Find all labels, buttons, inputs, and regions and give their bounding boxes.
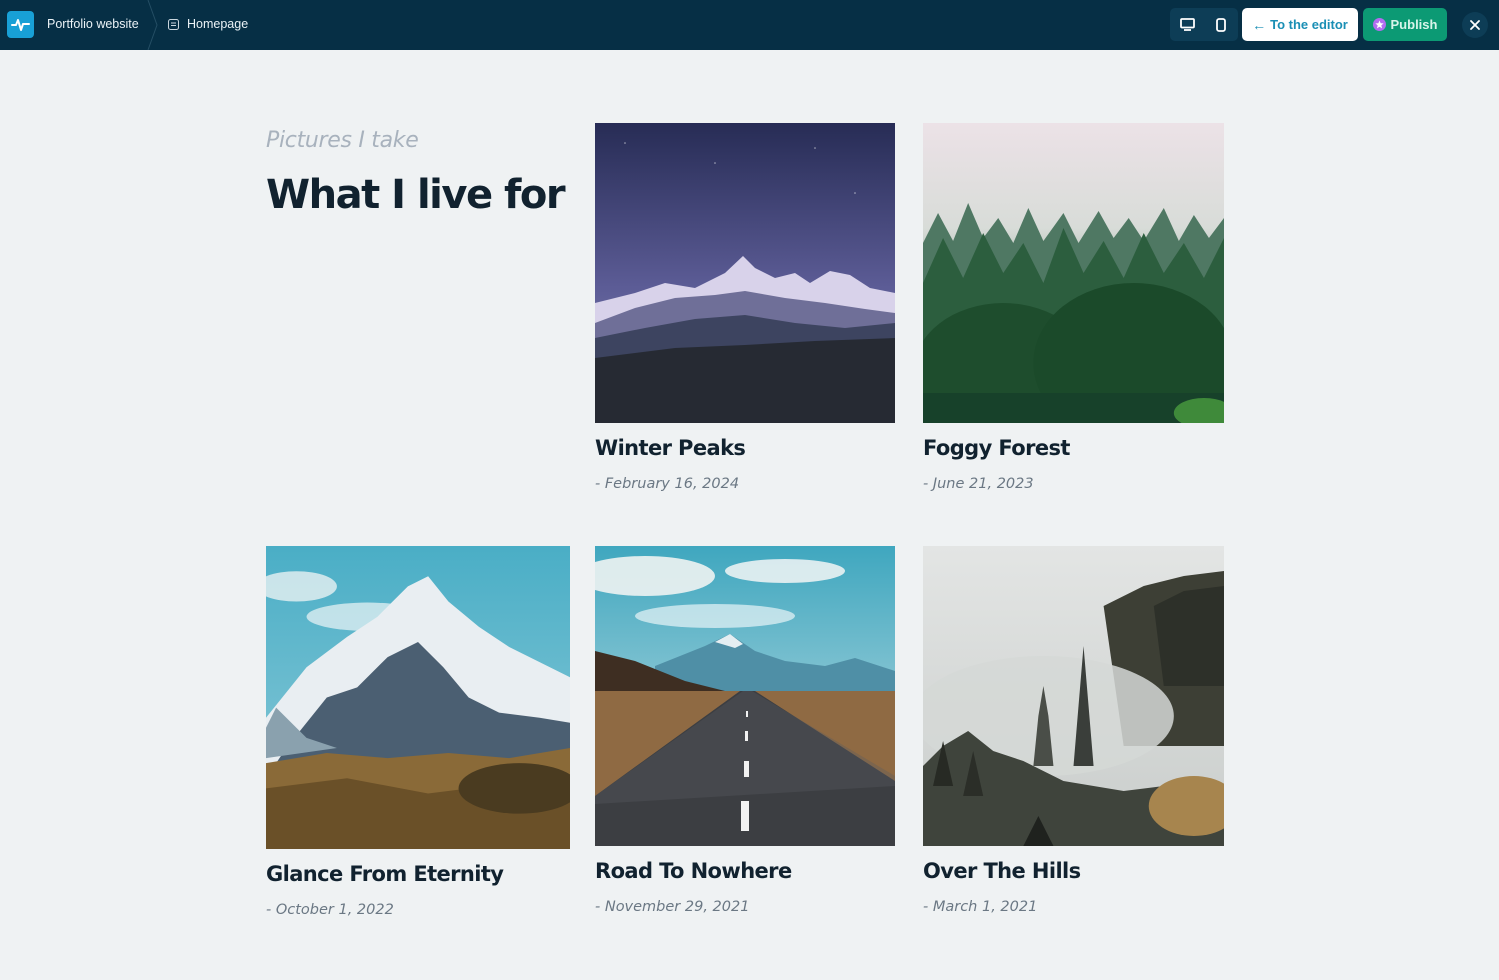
gallery-date: - October 1, 2022 xyxy=(266,902,394,918)
gallery-image-foggy-forest[interactable] xyxy=(923,123,1224,423)
app-logo-icon[interactable] xyxy=(7,11,34,38)
mobile-icon xyxy=(1216,17,1226,32)
breadcrumb-project[interactable]: Portfolio website xyxy=(47,17,139,31)
gallery-title[interactable]: Over The Hills xyxy=(923,859,1081,883)
close-icon xyxy=(1470,20,1480,30)
gallery-image-road-to-nowhere[interactable] xyxy=(595,546,895,846)
gallery-title[interactable]: Foggy Forest xyxy=(923,436,1070,460)
gallery-date: - June 21, 2023 xyxy=(923,476,1034,492)
section-heading: What I live for xyxy=(266,172,566,218)
gallery-image-glance-from-eternity[interactable] xyxy=(266,546,570,849)
gallery-image-over-the-hills[interactable] xyxy=(923,546,1224,846)
breadcrumb-page[interactable]: Homepage xyxy=(168,17,248,31)
publish-label: Publish xyxy=(1390,17,1438,32)
page-icon xyxy=(168,18,179,30)
breadcrumb-separator xyxy=(147,0,158,50)
to-the-editor-button[interactable]: ← To the editor xyxy=(1242,8,1358,41)
top-bar: Portfolio website Homepage ← To the edit… xyxy=(0,0,1499,50)
to-the-editor-label: To the editor xyxy=(1270,17,1348,32)
gallery-date: - February 16, 2024 xyxy=(595,476,740,492)
gallery-image-winter-peaks[interactable] xyxy=(595,123,895,423)
publish-button[interactable]: Publish xyxy=(1363,8,1447,41)
gallery-title[interactable]: Road To Nowhere xyxy=(595,859,792,883)
close-button[interactable] xyxy=(1462,12,1488,38)
breadcrumb-page-label: Homepage xyxy=(187,17,249,31)
desktop-icon xyxy=(1179,18,1195,31)
desktop-view-button[interactable] xyxy=(1170,8,1204,41)
mobile-view-button[interactable] xyxy=(1204,8,1238,41)
gallery-date: - November 29, 2021 xyxy=(595,899,750,915)
gallery-title[interactable]: Glance From Eternity xyxy=(266,862,504,886)
gallery-title[interactable]: Winter Peaks xyxy=(595,436,746,460)
star-icon xyxy=(1372,18,1386,31)
section-subtitle: Pictures I take xyxy=(266,128,419,153)
arrow-left-icon: ← xyxy=(1252,16,1267,33)
gallery-date: - March 1, 2021 xyxy=(923,899,1038,915)
device-switcher xyxy=(1170,8,1238,41)
